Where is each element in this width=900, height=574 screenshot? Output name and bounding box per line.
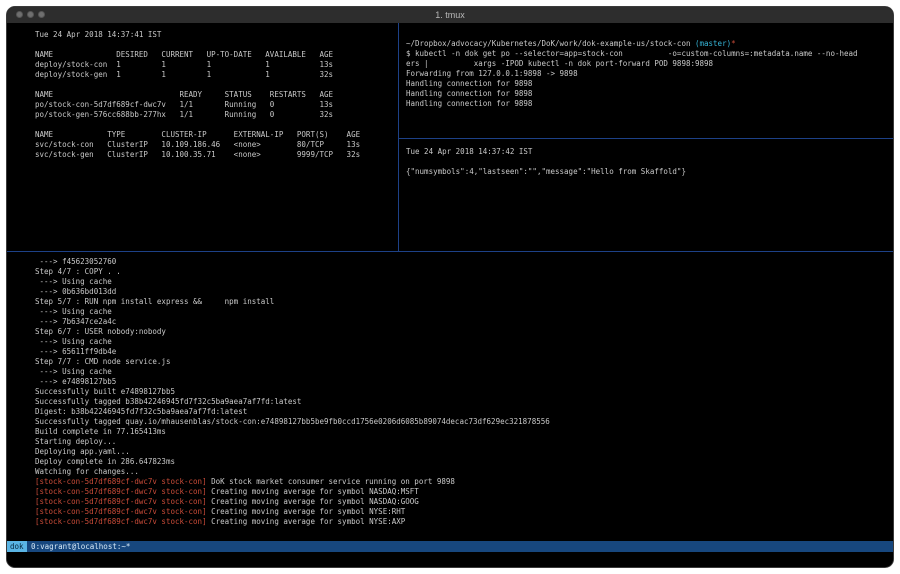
terminal-line: Step 7/7 : CMD node service.js xyxy=(35,357,889,367)
terminal-window: 1. tmux Tue 24 Apr 2018 14:37:41 IST NAME… xyxy=(6,6,894,568)
session-name[interactable]: dok xyxy=(7,541,27,552)
terminal-line: ---> 0b636bd013dd xyxy=(35,287,889,297)
terminal-line: Successfully tagged quay.io/mhausenblas/… xyxy=(35,417,889,427)
terminal-line: [stock-con-5d7df689cf-dwc7v stock-con] C… xyxy=(35,507,889,517)
pane-skaffold-log[interactable]: ---> f45623052760Step 4/7 : COPY . . ---… xyxy=(7,252,893,541)
terminal-line: Tue 24 Apr 2018 14:37:41 IST xyxy=(35,30,394,40)
terminal-line: Handling connection for 9898 xyxy=(406,79,889,89)
terminal-line: Tue 24 Apr 2018 14:37:42 IST xyxy=(406,147,889,157)
terminal-line: Build complete in 77.165413ms xyxy=(35,427,889,437)
terminal-line: NAME READY STATUS RESTARTS AGE xyxy=(35,90,394,100)
terminal-line: ---> Using cache xyxy=(35,337,889,347)
terminal-line xyxy=(406,157,889,167)
window-title: 1. tmux xyxy=(7,7,893,23)
terminal-line: ---> e74898127bb5 xyxy=(35,377,889,387)
terminal-line: [stock-con-5d7df689cf-dwc7v stock-con] C… xyxy=(35,517,889,527)
pane-curl-output[interactable]: Tue 24 Apr 2018 14:37:42 IST {"numsymbols… xyxy=(399,139,893,251)
terminal-line: Digest: b38b42246945fd7f32c5ba9aea7af7fd… xyxy=(35,407,889,417)
zoom-button[interactable] xyxy=(38,11,45,18)
close-button[interactable] xyxy=(16,11,23,18)
terminal-line: Starting deploy... xyxy=(35,437,889,447)
terminal-line: ---> Using cache xyxy=(35,367,889,377)
terminal-line xyxy=(35,80,394,90)
pane-kubectl-get-output[interactable]: Tue 24 Apr 2018 14:37:41 IST NAME DESIRED… xyxy=(7,23,398,251)
terminal-line: [stock-con-5d7df689cf-dwc7v stock-con] C… xyxy=(35,497,889,507)
tmux-status-bar: dok 0:vagrant@localhost:~* minikube:defa… xyxy=(7,541,893,552)
terminal-line: ---> f45623052760 xyxy=(35,257,889,267)
pane-port-forward[interactable]: ~/Dropbox/advocacy/Kubernetes/DoK/work/d… xyxy=(399,23,893,138)
terminal-line: Step 4/7 : COPY . . xyxy=(35,267,889,277)
status-right: minikube:default xyxy=(780,541,893,552)
terminal-line: [stock-con-5d7df689cf-dwc7v stock-con] D… xyxy=(35,477,889,487)
terminal-line: $ kubectl -n dok get po --selector=app=s… xyxy=(406,49,889,59)
terminal-line: ---> Using cache xyxy=(35,307,889,317)
terminal-line: Forwarding from 127.0.0.1:9898 -> 9898 xyxy=(406,69,889,79)
terminal-line: Step 6/7 : USER nobody:nobody xyxy=(35,327,889,337)
terminal-line: NAME TYPE CLUSTER-IP EXTERNAL-IP PORT(S)… xyxy=(35,130,394,140)
status-left: dok 0:vagrant@localhost:~* xyxy=(7,541,780,552)
terminal-line: Deploy complete in 286.647823ms xyxy=(35,457,889,467)
terminal-line: Handling connection for 9898 xyxy=(406,99,889,109)
terminal-line: Deploying app.yaml... xyxy=(35,447,889,457)
terminal-line: po/stock-gen-576cc688bb-277hx 1/1 Runnin… xyxy=(35,110,394,120)
terminal-line: ---> 7b6347ce2a4c xyxy=(35,317,889,327)
minimize-button[interactable] xyxy=(27,11,34,18)
terminal-line xyxy=(35,120,394,130)
terminal-line: [stock-con-5d7df689cf-dwc7v stock-con] C… xyxy=(35,487,889,497)
terminal-line: Step 5/7 : RUN npm install express && np… xyxy=(35,297,889,307)
terminal-line: Watching for changes... xyxy=(35,467,889,477)
terminal-line xyxy=(406,29,889,39)
terminal-line: {"numsymbols":4,"lastseen":"","message":… xyxy=(406,167,889,177)
terminal-line: deploy/stock-gen 1 1 1 1 32s xyxy=(35,70,394,80)
terminal-line: deploy/stock-con 1 1 1 1 13s xyxy=(35,60,394,70)
terminal-line: Handling connection for 9898 xyxy=(406,89,889,99)
terminal-line: Successfully built e74898127bb5 xyxy=(35,387,889,397)
traffic-lights xyxy=(16,11,45,18)
terminal-line: ~/Dropbox/advocacy/Kubernetes/DoK/work/d… xyxy=(406,39,889,49)
terminal-line: po/stock-con-5d7df689cf-dwc7v 1/1 Runnin… xyxy=(35,100,394,110)
terminal-line xyxy=(35,40,394,50)
terminal-line: ---> Using cache xyxy=(35,277,889,287)
terminal-line: ---> 65611ff9db4e xyxy=(35,347,889,357)
terminal-line: NAME DESIRED CURRENT UP-TO-DATE AVAILABL… xyxy=(35,50,394,60)
terminal-line: ers | xargs -IPOD kubectl -n dok port-fo… xyxy=(406,59,889,69)
terminal-line: svc/stock-gen ClusterIP 10.100.35.71 <no… xyxy=(35,150,394,160)
terminal-bottom-gap xyxy=(7,552,893,567)
window-tab[interactable]: 0:vagrant@localhost:~* xyxy=(27,541,135,552)
titlebar: 1. tmux xyxy=(7,7,893,23)
terminal-line: svc/stock-con ClusterIP 10.109.186.46 <n… xyxy=(35,140,394,150)
terminal-line: Successfully tagged b38b42246945fd7f32c5… xyxy=(35,397,889,407)
